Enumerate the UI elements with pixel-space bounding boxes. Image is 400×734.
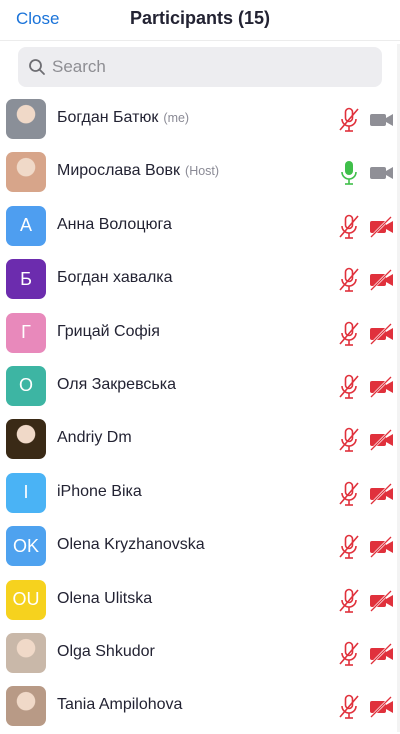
- mic-muted-icon[interactable]: [337, 320, 361, 348]
- avatar-photo: [6, 686, 46, 727]
- participant-row[interactable]: Andriy Dm: [0, 413, 400, 466]
- participant-row[interactable]: Tania Ampilohova: [0, 680, 400, 733]
- header-divider: [0, 40, 400, 41]
- avatar-photo: [6, 419, 46, 460]
- avatar-initials: OK: [6, 526, 46, 567]
- participant-name-text: Богдан хавалка: [57, 269, 173, 287]
- participant-role: (Host): [185, 164, 220, 179]
- mic-muted-icon[interactable]: [337, 640, 361, 668]
- participant-row[interactable]: IiPhone Віка: [0, 467, 400, 520]
- participant-row[interactable]: OK Olena Kryzhanovska: [0, 520, 400, 573]
- video-off-icon[interactable]: [369, 641, 395, 667]
- mic-muted-icon[interactable]: [337, 373, 361, 401]
- participant-row[interactable]: А Анна Волоцюга: [0, 200, 400, 253]
- avatar-photo: [6, 99, 46, 139]
- participant-role: (me): [163, 111, 190, 125]
- video-off-icon[interactable]: [369, 534, 395, 560]
- mic-muted-icon[interactable]: [337, 533, 361, 561]
- avatar-initials: О: [6, 365, 46, 406]
- participant-row[interactable]: Б Богдан хавалка: [0, 253, 400, 306]
- participant-row[interactable]: OU Olena Ulitska: [0, 574, 400, 627]
- participant-name-text: Анна Волоцюга: [57, 215, 172, 233]
- avatar-initials: Б: [6, 259, 46, 300]
- avatar-initials: Г: [6, 312, 46, 353]
- search-input[interactable]: [52, 47, 372, 87]
- avatar-photo: [6, 632, 46, 673]
- participant-name: iPhone Віка: [57, 483, 142, 501]
- participant-name-text: iPhone Віка: [57, 482, 142, 500]
- video-off-icon[interactable]: [369, 588, 395, 614]
- participant-name: Мирослава Вовк (Host): [57, 162, 219, 180]
- participant-row[interactable]: О Оля Закревська: [0, 360, 400, 413]
- video-off-icon[interactable]: [369, 267, 395, 293]
- mic-muted-icon[interactable]: [337, 587, 361, 615]
- video-off-icon[interactable]: [369, 321, 395, 347]
- video-off-icon[interactable]: [369, 374, 395, 400]
- avatar-initials: А: [6, 205, 46, 246]
- participant-list: Богдан Батюк (me) Мирослава Вовк (Host) А Анн…: [0, 93, 400, 734]
- video-off-icon[interactable]: [369, 427, 395, 453]
- search-bar[interactable]: [18, 47, 382, 87]
- participant-name: Olena Ulitska: [57, 590, 152, 608]
- participant-name-text: Olga Shkudor: [57, 642, 155, 660]
- participant-name-text: Оля Закревська: [57, 375, 176, 393]
- mic-muted-icon[interactable]: [337, 213, 361, 241]
- video-off-icon[interactable]: [369, 694, 395, 720]
- video-off-icon[interactable]: [369, 481, 395, 507]
- mic-muted-icon[interactable]: [337, 266, 361, 294]
- header-bar: Close Participants (15): [0, 0, 400, 40]
- participant-name: Andriy Dm: [57, 429, 132, 447]
- participant-name-text: Грицай Софія: [57, 322, 160, 340]
- search-icon: [29, 59, 45, 75]
- video-on-icon[interactable]: [369, 160, 395, 186]
- participant-name: Богдан Батюк (me): [57, 109, 189, 127]
- mic-muted-icon[interactable]: [337, 693, 361, 721]
- participant-name: Olena Kryzhanovska: [57, 536, 205, 554]
- participant-row[interactable]: Богдан Батюк (me): [0, 93, 400, 146]
- page-title: Participants (15): [129, 8, 271, 28]
- participant-name-text: Tania Ampilohova: [57, 696, 183, 714]
- participant-name-text: Богдан Батюк: [57, 109, 159, 126]
- video-on-icon[interactable]: [369, 107, 395, 133]
- participant-name: Анна Волоцюга: [57, 216, 172, 234]
- participant-name-text: Andriy Dm: [57, 429, 132, 447]
- mic-muted-icon[interactable]: [337, 480, 361, 508]
- participant-row[interactable]: Г Грицай Софія: [0, 307, 400, 360]
- mic-muted-icon[interactable]: [337, 106, 361, 134]
- avatar-initials: OU: [6, 579, 46, 620]
- participant-name-text: Olena Ulitska: [57, 589, 153, 607]
- participant-name-text: Olena Kryzhanovska: [57, 536, 205, 554]
- participant-name-text: Мирослава Вовк: [57, 162, 181, 180]
- video-off-icon[interactable]: [369, 214, 395, 240]
- avatar-photo: [6, 152, 46, 193]
- mic-on-icon[interactable]: [337, 159, 361, 187]
- avatar-initials: I: [6, 472, 46, 513]
- participant-name: Оля Закревська: [57, 376, 176, 394]
- participant-row[interactable]: Мирослава Вовк (Host): [0, 146, 400, 199]
- participant-name: Грицай Софія: [57, 323, 160, 341]
- mic-muted-icon[interactable]: [337, 426, 361, 454]
- participant-row[interactable]: Olga Shkudor: [0, 627, 400, 680]
- participant-name: Tania Ampilohova: [57, 696, 182, 714]
- participant-name: Богдан хавалка: [57, 269, 173, 287]
- participant-name: Olga Shkudor: [57, 643, 155, 661]
